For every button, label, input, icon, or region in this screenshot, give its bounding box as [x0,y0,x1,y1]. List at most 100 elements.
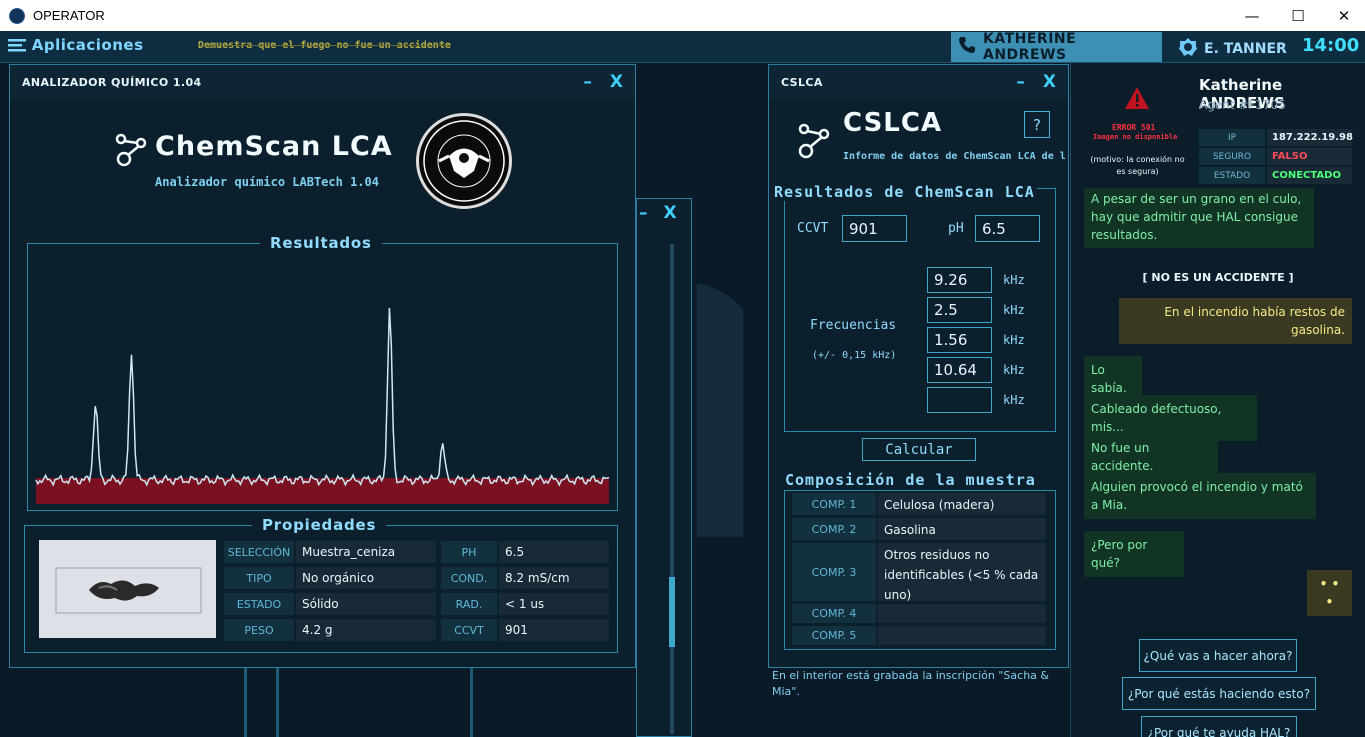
background-seal-image [696,283,744,537]
mission-objective: Demuestra que el fuego no fue un acciden… [198,40,451,51]
property-value: 8.2 mS/cm [499,567,609,589]
os-title-bar: OPERATOR — ☐ ✕ [0,0,1365,31]
help-button[interactable]: ? [1024,111,1050,138]
background-line [244,668,247,737]
frequency-unit: kHz [1003,303,1025,317]
component-value: Gasolina [878,518,1046,540]
molecule-icon [796,120,832,164]
property-value: Muestra_ceniza [296,541,436,563]
background-line [470,668,473,737]
app-icon [9,7,25,24]
connection-info-value: FALSO [1267,148,1352,165]
applications-menu-button[interactable]: Aplicaciones [8,36,144,56]
molecule-icon [113,130,149,172]
background-line [276,668,279,737]
property-value: 6.5 [499,541,609,563]
component-key: COMP. 4 [792,604,876,623]
ccvt-label: CCVT [797,221,829,236]
component-value: Celulosa (madera) [878,493,1046,515]
dialogue-choice-button[interactable]: ¿Por qué te ayuda HAL? [1141,716,1297,737]
calculate-button[interactable]: Calcular [862,438,976,461]
spectrum-chart [35,307,610,504]
hamburger-icon [8,38,26,56]
component-value [878,604,1046,623]
results-heading: Resultados de ChemScan LCA [772,183,1037,201]
window-title: OPERATOR [33,8,105,23]
chemscan-subtitle: Analizador químico LABTech 1.04 [155,175,379,189]
composition-heading: Composición de la muestra [783,471,1038,489]
connection-info-value: CONECTADO [1267,167,1352,184]
close-window-button[interactable]: X [610,72,623,92]
component-key: COMP. 5 [792,626,876,645]
warning-icon [1124,86,1150,114]
property-key: TIPO [224,567,294,589]
property-key: COND. [441,567,497,589]
ph-label: pH [948,221,964,236]
frequencies-tolerance: (+/- 0,15 kHz) [812,350,897,361]
property-key: RAD. [441,593,497,615]
component-key: COMP. 3 [792,543,876,601]
cslca-window-header[interactable]: CSLCA – X [769,65,1068,99]
cslca-window-title: CSLCA [781,75,823,89]
minimize-window-button[interactable]: – [1016,72,1025,92]
chemscan-window-header[interactable]: ANALIZADOR QUÍMICO 1.04 – X [10,65,635,99]
maximize-button[interactable]: ☐ [1275,0,1321,31]
frequency-input[interactable]: 9.26 [927,267,992,293]
connection-info-key: ESTADO [1199,167,1265,184]
ccvt-input[interactable]: 901 [842,215,907,242]
badge-icon [1178,37,1198,61]
spectrum-line [35,307,610,487]
error-title: ERROR 501 [1112,123,1156,132]
property-value: No orgánico [296,567,436,589]
clock: 14:00 [1302,35,1360,56]
property-key: PESO [224,619,294,641]
frequency-unit: kHz [1003,393,1025,407]
fdi-seal-logo [416,113,512,209]
property-key: PH [441,541,497,563]
minimize-button[interactable]: — [1229,0,1275,31]
agent-id: Agent #F1705 [1199,98,1286,112]
error-reason: (motivo: la conexión no es segura) [1090,155,1185,176]
dialogue-choice-button[interactable]: ¿Qué vas a hacer ahora? [1139,639,1297,672]
component-value [878,626,1046,645]
property-value: Sólido [296,593,436,615]
property-value: 4.2 g [296,619,436,641]
property-value: < 1 us [499,593,609,615]
scrollbar[interactable] [669,244,675,734]
property-key: ESTADO [224,593,294,615]
frequency-unit: kHz [1003,273,1025,287]
frequency-input[interactable]: 10.64 [927,357,992,383]
user-badge[interactable]: E. TANNER [1178,37,1287,61]
minimize-window-button[interactable]: – [639,203,648,223]
system-message: [ NO ES UN ACCIDENTE ] [1142,271,1294,284]
error-detail: Imagen no disponible [1093,133,1178,141]
property-key: SELECCIÓN [224,541,294,563]
contact-tab[interactable]: KATHERINE ANDREWS [951,31,1162,63]
cslca-subtitle: Informe de datos de ChemScan LCA de l [843,151,1065,162]
results-graph-panel [27,243,618,511]
frequency-input[interactable] [927,387,992,413]
close-window-button[interactable]: X [664,203,677,223]
chemscan-title: ChemScan LCA [155,131,393,162]
component-key: COMP. 1 [792,493,876,515]
user-name: E. TANNER [1204,41,1287,57]
background-window[interactable]: – X [636,198,692,737]
minimize-window-button[interactable]: – [583,72,592,92]
ph-input[interactable]: 6.5 [975,215,1040,242]
chemscan-window-title: ANALIZADOR QUÍMICO 1.04 [22,75,202,89]
typing-indicator: • • • [1307,570,1352,616]
frequencies-label: Frecuencias [810,318,897,333]
frequency-input[interactable]: 1.56 [927,327,992,353]
component-value: Otros residuos no identificables (<5 % c… [878,543,1046,602]
scrollbar-thumb[interactable] [669,577,675,647]
close-window-button[interactable]: X [1043,72,1056,92]
frequency-input[interactable]: 2.5 [927,297,992,323]
connection-info-value: 187.222.19.98 [1267,129,1353,146]
inscription-note: En el interior está grabada la inscripci… [772,669,1049,698]
property-key: CCVT [441,619,497,641]
frequency-unit: kHz [1003,333,1025,347]
dialogue-choice-button[interactable]: ¿Por qué estás haciendo esto? [1122,677,1316,710]
phone-icon [957,35,977,59]
properties-label: Propiedades [252,516,387,534]
close-button[interactable]: ✕ [1321,0,1365,31]
